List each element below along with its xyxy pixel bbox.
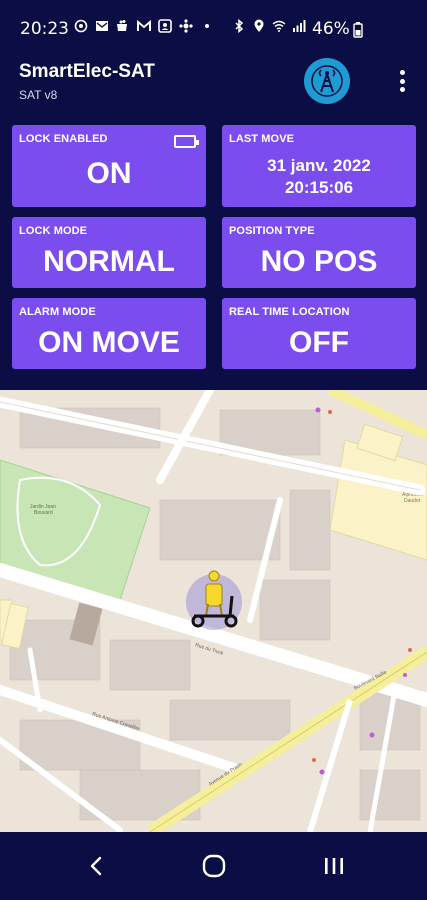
last-move-date: 31 janv. 2022 [267,156,371,175]
status-time: 20:23 [20,19,69,39]
last-move-card[interactable]: LAST MOVE 31 janv. 2022 20:15:06 [222,125,416,207]
app-title: SmartElec-SAT [19,61,155,82]
antenna-tower-icon[interactable] [304,58,350,104]
real-time-location-card[interactable]: REAL TIME LOCATION OFF [222,298,416,369]
location-pin-icon [74,19,88,33]
more-vert-icon[interactable] [392,66,412,96]
lock-enabled-card[interactable]: LOCK ENABLED ON [12,125,206,207]
position-type-label: POSITION TYPE [229,225,315,237]
last-move-label: LAST MOVE [229,133,295,145]
bluetooth-icon [232,19,246,33]
lock-enabled-value: ON [86,157,132,190]
notification-icons [74,19,214,33]
signal-icon [292,19,306,33]
app-subtitle: SAT v8 [19,88,58,102]
lock-enabled-label: LOCK ENABLED [19,133,108,145]
position-type-card[interactable]: POSITION TYPE NO POS [222,217,416,288]
lock-mode-label: LOCK MODE [19,225,88,237]
app-icon [179,19,193,33]
app-bar: SmartElec-SAT SAT v8 [0,58,427,108]
real-time-location-value: OFF [289,326,349,359]
app-screen: 20:23 46% SmartElec-SAT SAT v8 LOCK ENAB… [0,0,427,900]
cup-icon [116,19,130,33]
recents-icon[interactable] [314,848,354,884]
dot-icon [200,19,214,33]
wifi-icon [272,19,286,33]
battery-outline-icon [174,135,199,148]
alarm-mode-label: ALARM MODE [19,306,96,318]
svg-text:Bouvard: Bouvard [34,510,53,516]
last-move-value: 31 janv. 2022 20:15:06 [222,155,416,199]
system-icons [232,19,306,33]
contact-card-icon [158,19,172,33]
map-view[interactable]: Jardin Jean Bouvard Collège Alphonse Dau… [0,390,427,832]
lock-mode-card[interactable]: LOCK MODE NORMAL [12,217,206,288]
real-time-location-label: REAL TIME LOCATION [229,306,350,318]
home-circle-icon[interactable] [194,848,234,884]
battery-indicator: 46% [312,19,363,39]
back-chevron-icon[interactable] [76,848,116,884]
position-type-value: NO POS [260,245,378,278]
battery-icon [353,22,363,38]
gmail-icon [137,19,151,33]
lock-mode-value: NORMAL [43,245,175,278]
alarm-mode-card[interactable]: ALARM MODE ON MOVE [12,298,206,369]
alarm-mode-value: ON MOVE [38,326,180,359]
navigation-bar [0,832,427,900]
battery-percent: 46% [312,19,350,39]
mail-icon [95,19,109,33]
svg-text:Daudet: Daudet [404,498,421,504]
status-bar: 20:23 46% [0,0,427,58]
last-move-time: 20:15:06 [284,178,354,197]
location-icon [252,19,266,33]
